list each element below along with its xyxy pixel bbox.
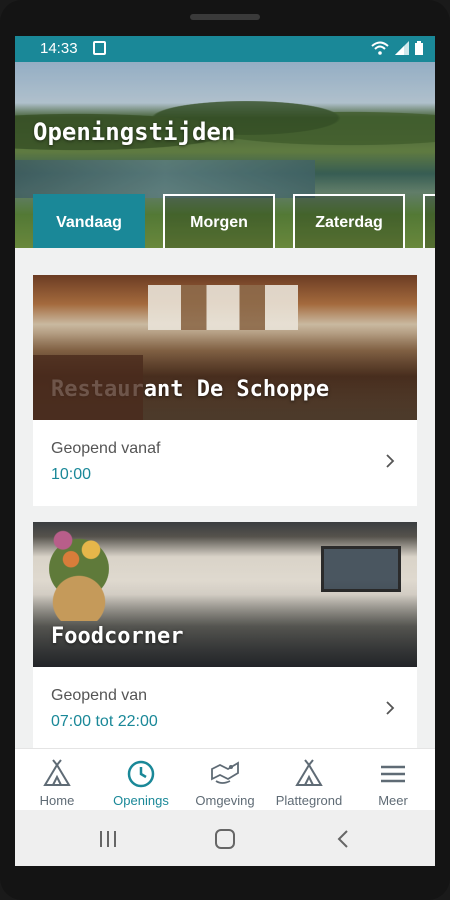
clock-icon <box>127 760 155 788</box>
nav-meer[interactable]: Meer <box>351 749 435 810</box>
back-icon[interactable] <box>331 826 357 852</box>
nav-label: Omgeving <box>195 793 255 808</box>
status-icons <box>371 41 423 55</box>
recents-icon[interactable] <box>95 826 121 852</box>
opening-label: Geopend van <box>51 687 148 704</box>
status-time: 14:33 <box>40 40 78 57</box>
card-title: Foodcorner <box>51 624 184 649</box>
tab-next-partial[interactable] <box>423 194 435 248</box>
card-title: Restaurant De Schoppe <box>51 377 330 402</box>
home-button-icon[interactable] <box>212 826 238 852</box>
chevron-right-icon[interactable] <box>383 701 397 715</box>
nav-label: Meer <box>378 793 408 808</box>
status-bar: 14:33 <box>15 36 435 62</box>
nav-plattegrond[interactable]: Plattegrond <box>267 749 351 810</box>
nav-openings[interactable]: Openings <box>99 749 183 810</box>
tent-icon <box>43 759 71 786</box>
foodcorner-photo: Foodcorner <box>33 522 417 667</box>
wifi-icon <box>371 41 389 55</box>
app-screen: 14:33 Openingstijden Vandaag Morgen Zate… <box>15 36 435 866</box>
nav-label: Openings <box>113 793 169 808</box>
location-card-restaurant[interactable]: Restaurant De Schoppe Geopend vanaf 10:0… <box>33 275 417 506</box>
card-body: Geopend van 07:00 tot 22:00 <box>33 667 417 753</box>
nav-label: Home <box>39 793 75 808</box>
menu-icon <box>381 765 405 783</box>
nav-home[interactable]: Home <box>15 749 99 810</box>
restaurant-photo: Restaurant De Schoppe <box>33 275 417 420</box>
notification-icon <box>93 41 106 55</box>
phone-speaker <box>190 14 260 20</box>
card-body: Geopend vanaf 10:00 <box>33 420 417 506</box>
map-route-icon <box>211 761 239 784</box>
tent-icon <box>295 759 323 786</box>
hero-header: Openingstijden Vandaag Morgen Zaterdag <box>15 62 435 248</box>
bottom-navigation: Home Openings Omgeving Plattegrond Meer <box>15 748 435 810</box>
opening-time: 07:00 tot 22:00 <box>51 713 158 730</box>
tab-morgen[interactable]: Morgen <box>163 194 275 248</box>
day-tabs: Vandaag Morgen Zaterdag <box>33 194 435 248</box>
system-navigation-bar <box>15 810 435 866</box>
tab-vandaag[interactable]: Vandaag <box>33 194 145 248</box>
chevron-right-icon[interactable] <box>383 454 397 468</box>
nav-omgeving[interactable]: Omgeving <box>183 749 267 810</box>
tab-zaterdag[interactable]: Zaterdag <box>293 194 405 248</box>
page-title: Openingstijden <box>33 118 236 146</box>
opening-label: Geopend vanaf <box>51 440 161 457</box>
phone-frame: 14:33 Openingstijden Vandaag Morgen Zate… <box>0 0 450 900</box>
signal-icon <box>395 41 409 55</box>
location-card-foodcorner[interactable]: Foodcorner Geopend van 07:00 tot 22:00 <box>33 522 417 753</box>
battery-icon <box>415 41 423 55</box>
opening-time: 10:00 <box>51 466 92 483</box>
nav-label: Plattegrond <box>275 793 343 808</box>
